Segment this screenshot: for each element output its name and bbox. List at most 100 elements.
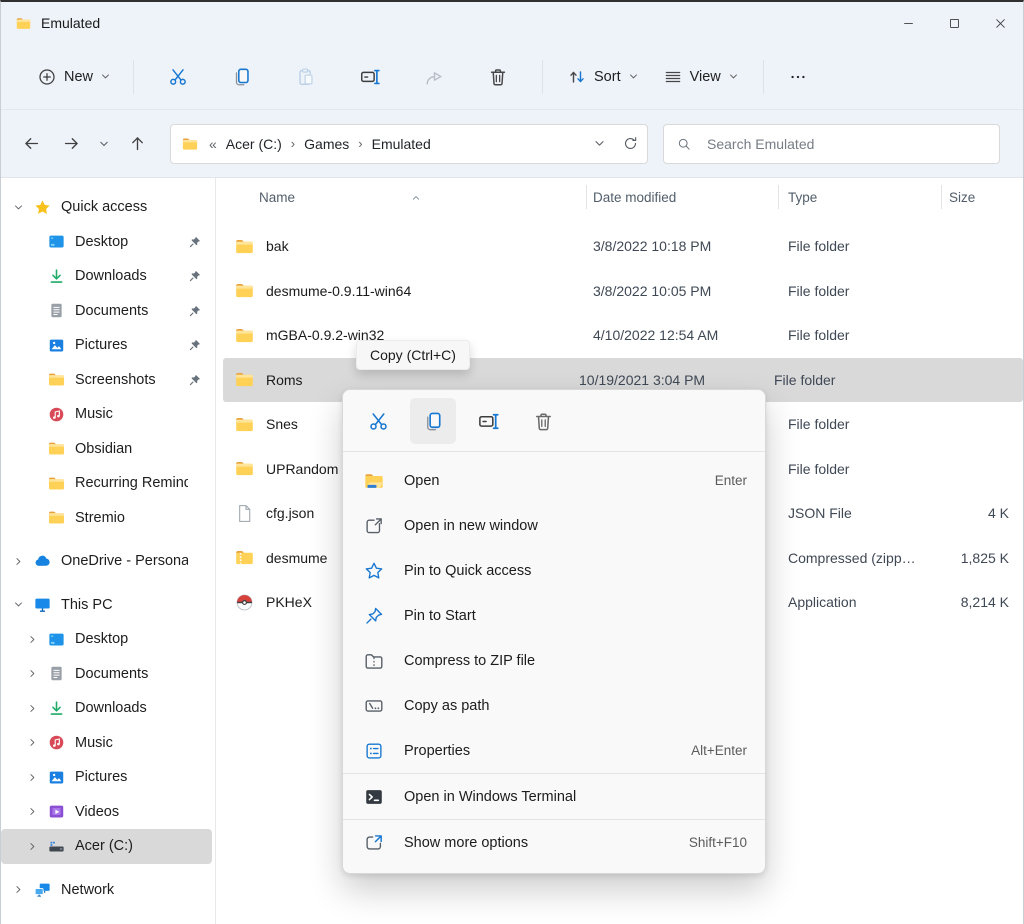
- chevron-right-icon[interactable]: [27, 806, 47, 817]
- sidebar-item-stremio[interactable]: Stremio: [1, 501, 215, 536]
- column-header-date-modified[interactable]: Date modified: [586, 190, 778, 205]
- new-button[interactable]: New: [27, 57, 121, 97]
- share-button[interactable]: [402, 57, 466, 97]
- up-button[interactable]: [117, 125, 157, 163]
- sidebar-item-music[interactable]: Music: [1, 397, 215, 432]
- column-divider[interactable]: [778, 185, 779, 209]
- copy-button[interactable]: [210, 57, 274, 97]
- breadcrumb-item-drive[interactable]: Acer (C:): [226, 136, 282, 152]
- menu-item-properties[interactable]: Properties Alt+Enter: [343, 728, 765, 773]
- column-header-size[interactable]: Size: [941, 190, 1023, 205]
- pinned-icon: [188, 805, 202, 819]
- chevron-down-icon[interactable]: [13, 202, 33, 213]
- sidebar-item-documents[interactable]: Documents: [1, 657, 215, 692]
- folder-icon: [47, 439, 66, 458]
- pin-icon: [188, 373, 202, 387]
- chevron-right-icon[interactable]: [13, 556, 33, 567]
- chevron-right-icon[interactable]: [27, 668, 47, 679]
- menu-item-pin-to-start[interactable]: Pin to Start: [343, 593, 765, 638]
- sidebar-item-downloads[interactable]: Downloads: [1, 691, 215, 726]
- column-header-name[interactable]: Name: [216, 190, 586, 205]
- menu-item-open[interactable]: Open Enter: [343, 458, 765, 503]
- sidebar-item-this-pc[interactable]: This PC: [1, 588, 215, 623]
- chevron-right-icon[interactable]: [13, 884, 33, 895]
- see-more-button[interactable]: [776, 57, 820, 97]
- sidebar-item-label: Stremio: [75, 510, 188, 526]
- sort-button[interactable]: Sort: [555, 57, 651, 97]
- maximize-button[interactable]: [931, 2, 977, 44]
- rename-button[interactable]: [338, 57, 402, 97]
- sidebar-item-videos[interactable]: Videos: [1, 795, 215, 830]
- address-bar[interactable]: « Acer (C:) › Games › Emulated: [170, 124, 648, 164]
- pinned-icon: [188, 554, 202, 568]
- chevron-down-icon: [628, 71, 639, 82]
- menu-item-pin-to-quick-access[interactable]: Pin to Quick access: [343, 548, 765, 593]
- breadcrumb-overflow[interactable]: «: [209, 136, 217, 152]
- delete-button[interactable]: [466, 57, 530, 97]
- chevron-right-icon[interactable]: [27, 841, 47, 852]
- context-copy-button[interactable]: [410, 398, 456, 444]
- view-button-label: View: [690, 69, 721, 85]
- refresh-icon[interactable]: [622, 135, 639, 152]
- forward-button[interactable]: [51, 125, 91, 163]
- chevron-right-icon[interactable]: [27, 703, 47, 714]
- file-row-desmume-0-9-11-win64[interactable]: desmume-0.9.11-win64 3/8/2022 10:05 PM F…: [216, 269, 1023, 314]
- menu-item-open-in-new-window[interactable]: Open in new window: [343, 503, 765, 548]
- sidebar-item-obsidian[interactable]: Obsidian: [1, 432, 215, 467]
- sidebar-item-downloads[interactable]: Downloads: [1, 259, 215, 294]
- sidebar-item-onedrive-personal[interactable]: OneDrive - Personal: [1, 544, 215, 579]
- file-name: Roms: [266, 372, 559, 388]
- menu-item-show-more-options[interactable]: Show more options Shift+F10: [343, 820, 765, 865]
- menu-item-copy-as-path[interactable]: Copy as path: [343, 683, 765, 728]
- open-folder-icon: [363, 470, 385, 492]
- sidebar-item-recurring-reminder[interactable]: Recurring Reminder: [1, 466, 215, 501]
- sidebar-item-documents[interactable]: Documents: [1, 294, 215, 329]
- sidebar-item-pictures[interactable]: Pictures: [1, 328, 215, 363]
- view-button[interactable]: View: [651, 57, 751, 97]
- show-more-icon: [363, 832, 385, 854]
- menu-item-compress-to-zip-file[interactable]: Compress to ZIP file: [343, 638, 765, 683]
- column-divider[interactable]: [586, 185, 587, 209]
- column-header-type[interactable]: Type: [778, 190, 941, 205]
- chevron-down-icon[interactable]: [593, 137, 606, 150]
- sidebar-item-label: Pictures: [75, 337, 188, 353]
- recent-locations-button[interactable]: [91, 125, 117, 163]
- sidebar-item-pictures[interactable]: Pictures: [1, 760, 215, 795]
- chevron-right-icon[interactable]: [27, 737, 47, 748]
- column-divider[interactable]: [941, 185, 942, 209]
- context-cut-button[interactable]: [355, 398, 401, 444]
- file-row-bak[interactable]: bak 3/8/2022 10:18 PM File folder: [216, 224, 1023, 269]
- chevron-down-icon[interactable]: [13, 599, 33, 610]
- copy-icon: [231, 66, 253, 88]
- folder-icon: [234, 369, 255, 390]
- sidebar-item-acer-c[interactable]: Acer (C:): [1, 829, 212, 864]
- sidebar-item-desktop[interactable]: Desktop: [1, 622, 215, 657]
- breadcrumb-item-emulated[interactable]: Emulated: [372, 136, 431, 152]
- chevron-right-icon[interactable]: [27, 634, 47, 645]
- context-rename-button[interactable]: [465, 398, 511, 444]
- chevron-right-icon[interactable]: [27, 772, 47, 783]
- breadcrumb: « Acer (C:) › Games › Emulated: [209, 136, 431, 152]
- file-row-mgba-0-9-2-win32[interactable]: mGBA-0.9.2-win32 4/10/2022 12:54 AM File…: [216, 313, 1023, 358]
- sidebar-item-desktop[interactable]: Desktop: [1, 225, 215, 260]
- context-menu-items: Open Enter Open in new window Pin to Qui…: [343, 452, 765, 865]
- paste-button[interactable]: [274, 57, 338, 97]
- back-button[interactable]: [11, 125, 51, 163]
- breadcrumb-item-games[interactable]: Games: [304, 136, 349, 152]
- search-input[interactable]: [705, 135, 989, 153]
- sidebar-item-network[interactable]: Network: [1, 873, 215, 908]
- sidebar-item-quick-access[interactable]: Quick access: [1, 190, 215, 225]
- cut-button[interactable]: [146, 57, 210, 97]
- new-window-icon: [363, 515, 385, 537]
- search-icon: [676, 136, 692, 152]
- rename-icon: [359, 66, 381, 88]
- minimize-button[interactable]: [885, 2, 931, 44]
- sidebar-item-music[interactable]: Music: [1, 726, 215, 761]
- folder-icon: [234, 325, 255, 346]
- context-delete-button[interactable]: [520, 398, 566, 444]
- sort-ascending-icon: [409, 192, 423, 204]
- menu-item-open-in-windows-terminal[interactable]: Open in Windows Terminal: [343, 774, 765, 819]
- sidebar-item-screenshots[interactable]: Screenshots: [1, 363, 215, 398]
- file-size: 4 K: [941, 505, 1023, 521]
- close-button[interactable]: [977, 2, 1023, 44]
